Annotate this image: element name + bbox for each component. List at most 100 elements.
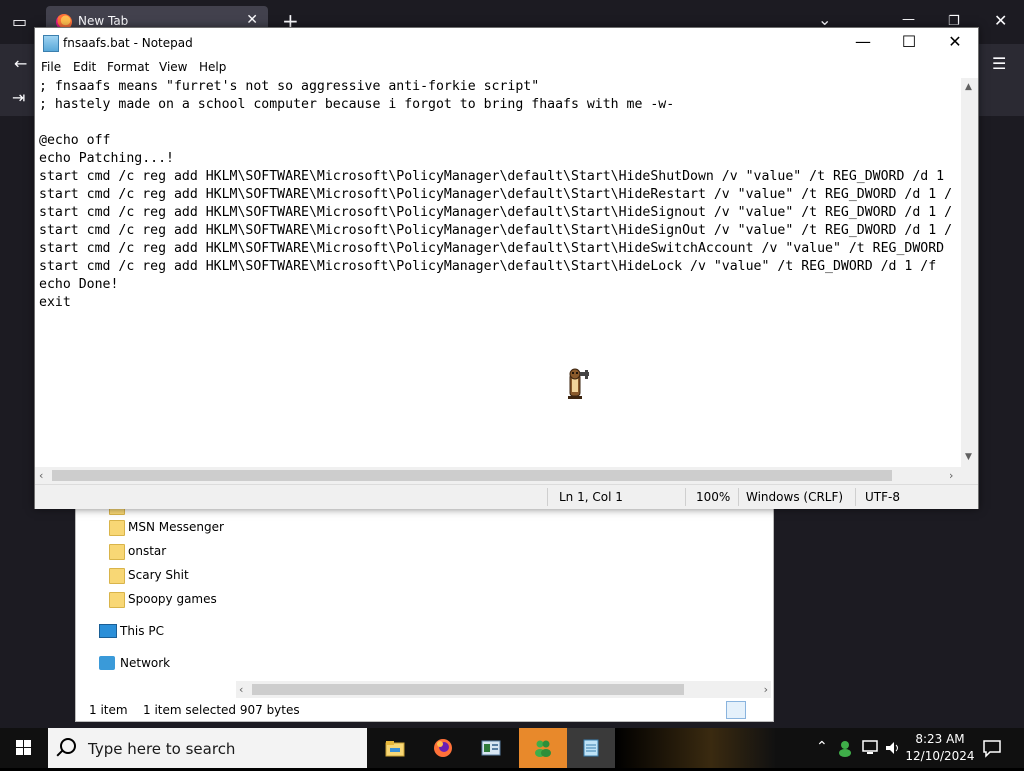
- browser-minimize-button[interactable]: —: [902, 12, 915, 28]
- windows-logo-icon: [16, 740, 31, 755]
- folder-icon: [109, 568, 125, 584]
- file-explorer-icon: [385, 741, 405, 757]
- window-title: fnsaafs.bat - Notepad: [63, 36, 193, 50]
- list-all-tabs-chevron-icon[interactable]: ⌄: [818, 12, 831, 28]
- text-editor-area[interactable]: ; fnsaafs means "furret's not so aggress…: [35, 78, 961, 467]
- folder-label: onstar: [128, 544, 167, 558]
- clock-time: 8:23 AM: [915, 732, 965, 746]
- code-line: start cmd /c reg add HKLM\SOFTWARE\Micro…: [39, 187, 953, 202]
- clock-date: 12/10/2024: [905, 749, 975, 763]
- details-view-button[interactable]: [726, 701, 746, 719]
- menu-help[interactable]: Help: [199, 60, 226, 74]
- control-panel-icon: [481, 740, 501, 756]
- back-arrow-icon[interactable]: ←: [14, 56, 27, 72]
- menu-bar: File Edit Format View Help: [35, 58, 978, 78]
- folder-label: Spoopy games: [128, 592, 217, 606]
- show-hidden-icons-chevron-icon[interactable]: ⌃: [816, 740, 828, 754]
- folder-icon: [109, 520, 125, 536]
- code-line: start cmd /c reg add HKLM\SOFTWARE\Micro…: [39, 259, 937, 274]
- tree-item-folder[interactable]: MSN Messenger: [76, 516, 236, 538]
- search-icon: [60, 738, 76, 754]
- notepad-window: fnsaafs.bat - Notepad — ☐ ✕ File Edit Fo…: [34, 27, 979, 509]
- folder-label: Scary Shit: [128, 568, 189, 582]
- taskbar-search-box[interactable]: Type here to search: [48, 728, 367, 768]
- encoding: UTF-8: [865, 490, 900, 504]
- code-line: @echo off: [39, 133, 111, 148]
- horizontal-scrollbar[interactable]: ‹ ›: [35, 467, 961, 484]
- scroll-up-icon[interactable]: ▲: [965, 82, 972, 92]
- scrollbar-thumb[interactable]: [252, 684, 684, 695]
- tree-item-folder[interactable]: Spoopy games: [76, 588, 236, 610]
- code-line: echo Patching...!: [39, 151, 174, 166]
- taskbar-clock[interactable]: 8:23 AM 12/10/2024: [900, 731, 980, 765]
- status-divider: [855, 488, 856, 506]
- browser-close-button[interactable]: ✕: [994, 13, 1007, 29]
- tab-list-icon[interactable]: ▭: [12, 14, 27, 30]
- scroll-down-icon[interactable]: ▼: [965, 452, 972, 462]
- file-explorer-window: MSN Messenger onstar Scary Shit Spoopy g…: [75, 499, 774, 722]
- notepad-icon: [43, 35, 59, 52]
- tree-item-folder[interactable]: onstar: [76, 540, 236, 562]
- explorer-horizontal-scrollbar[interactable]: ‹ ›: [236, 681, 771, 698]
- code-line: start cmd /c reg add HKLM\SOFTWARE\Micro…: [39, 205, 953, 220]
- scroll-left-icon[interactable]: ‹: [239, 681, 243, 698]
- menu-view[interactable]: View: [159, 60, 187, 74]
- browser-menu-button[interactable]: ☰: [992, 56, 1006, 72]
- status-divider: [685, 488, 686, 506]
- status-bar: Ln 1, Col 1 100% Windows (CRLF) UTF-8: [35, 484, 978, 509]
- firefox-icon: [434, 739, 452, 757]
- code-line: ; hastely made on a school computer beca…: [39, 97, 675, 112]
- code-line: start cmd /c reg add HKLM\SOFTWARE\Micro…: [39, 241, 945, 256]
- scroll-right-icon[interactable]: ›: [949, 467, 953, 484]
- search-placeholder: Type here to search: [88, 740, 236, 758]
- menu-edit[interactable]: Edit: [73, 60, 96, 74]
- taskbar: Type here to search ⌃ 8:23 AM 12/10/2024: [0, 728, 1024, 768]
- taskbar-notepad[interactable]: [567, 728, 615, 768]
- close-button[interactable]: ✕: [932, 28, 978, 58]
- cursor-position: Ln 1, Col 1: [559, 490, 623, 504]
- line-endings: Windows (CRLF): [746, 490, 844, 504]
- folder-label: MSN Messenger: [128, 520, 224, 534]
- sign-in-icon[interactable]: ⇥: [12, 90, 25, 106]
- large-icons-view-button[interactable]: [748, 701, 768, 719]
- network-label: Network: [120, 656, 171, 670]
- folder-icon: [109, 544, 125, 560]
- selection-info: 1 item selected 907 bytes: [143, 703, 300, 717]
- taskbar-control-panel[interactable]: [467, 728, 515, 768]
- start-button[interactable]: [0, 728, 48, 768]
- this-pc-label: This PC: [120, 624, 164, 638]
- code-line: exit: [39, 295, 71, 310]
- tab-close-button[interactable]: ✕: [246, 12, 258, 28]
- code-line: start cmd /c reg add HKLM\SOFTWARE\Micro…: [39, 223, 953, 238]
- status-divider: [547, 488, 548, 506]
- menu-file[interactable]: File: [41, 60, 61, 74]
- taskbar-file-explorer[interactable]: [371, 728, 419, 768]
- taskbar-firefox[interactable]: [419, 728, 467, 768]
- taskbar-msn-messenger[interactable]: [519, 728, 567, 768]
- scrollbar-thumb[interactable]: [52, 470, 892, 481]
- network-tray-icon[interactable]: [862, 739, 882, 757]
- explorer-status-bar: 1 item 1 item selected 907 bytes: [76, 699, 773, 721]
- code-line: ; fnsaafs means "furret's not so aggress…: [39, 79, 540, 94]
- notepad-icon: [583, 739, 599, 757]
- scroll-right-icon[interactable]: ›: [764, 681, 768, 698]
- folder-icon: [109, 592, 125, 608]
- msn-status-tray-icon[interactable]: [838, 739, 856, 757]
- scroll-left-icon[interactable]: ‹: [39, 467, 43, 484]
- menu-format[interactable]: Format: [107, 60, 149, 74]
- tree-item-this-pc[interactable]: This PC: [76, 620, 236, 642]
- msn-messenger-icon: [535, 740, 551, 757]
- vertical-scrollbar[interactable]: ▲ ▼: [961, 78, 978, 467]
- taskbar-wallpaper-strip: [615, 728, 775, 768]
- notepad-title-bar[interactable]: fnsaafs.bat - Notepad — ☐ ✕: [35, 28, 978, 58]
- tree-item-network[interactable]: Network: [76, 652, 236, 674]
- code-line: echo Done!: [39, 277, 119, 292]
- zoom-level: 100%: [696, 490, 731, 504]
- tab-title: New Tab: [78, 14, 129, 28]
- notifications-icon[interactable]: [982, 738, 1002, 758]
- item-count: 1 item: [89, 703, 128, 717]
- maximize-button[interactable]: ☐: [886, 28, 932, 58]
- tree-item-folder[interactable]: Scary Shit: [76, 564, 236, 586]
- status-divider: [738, 488, 739, 506]
- minimize-button[interactable]: —: [840, 28, 886, 58]
